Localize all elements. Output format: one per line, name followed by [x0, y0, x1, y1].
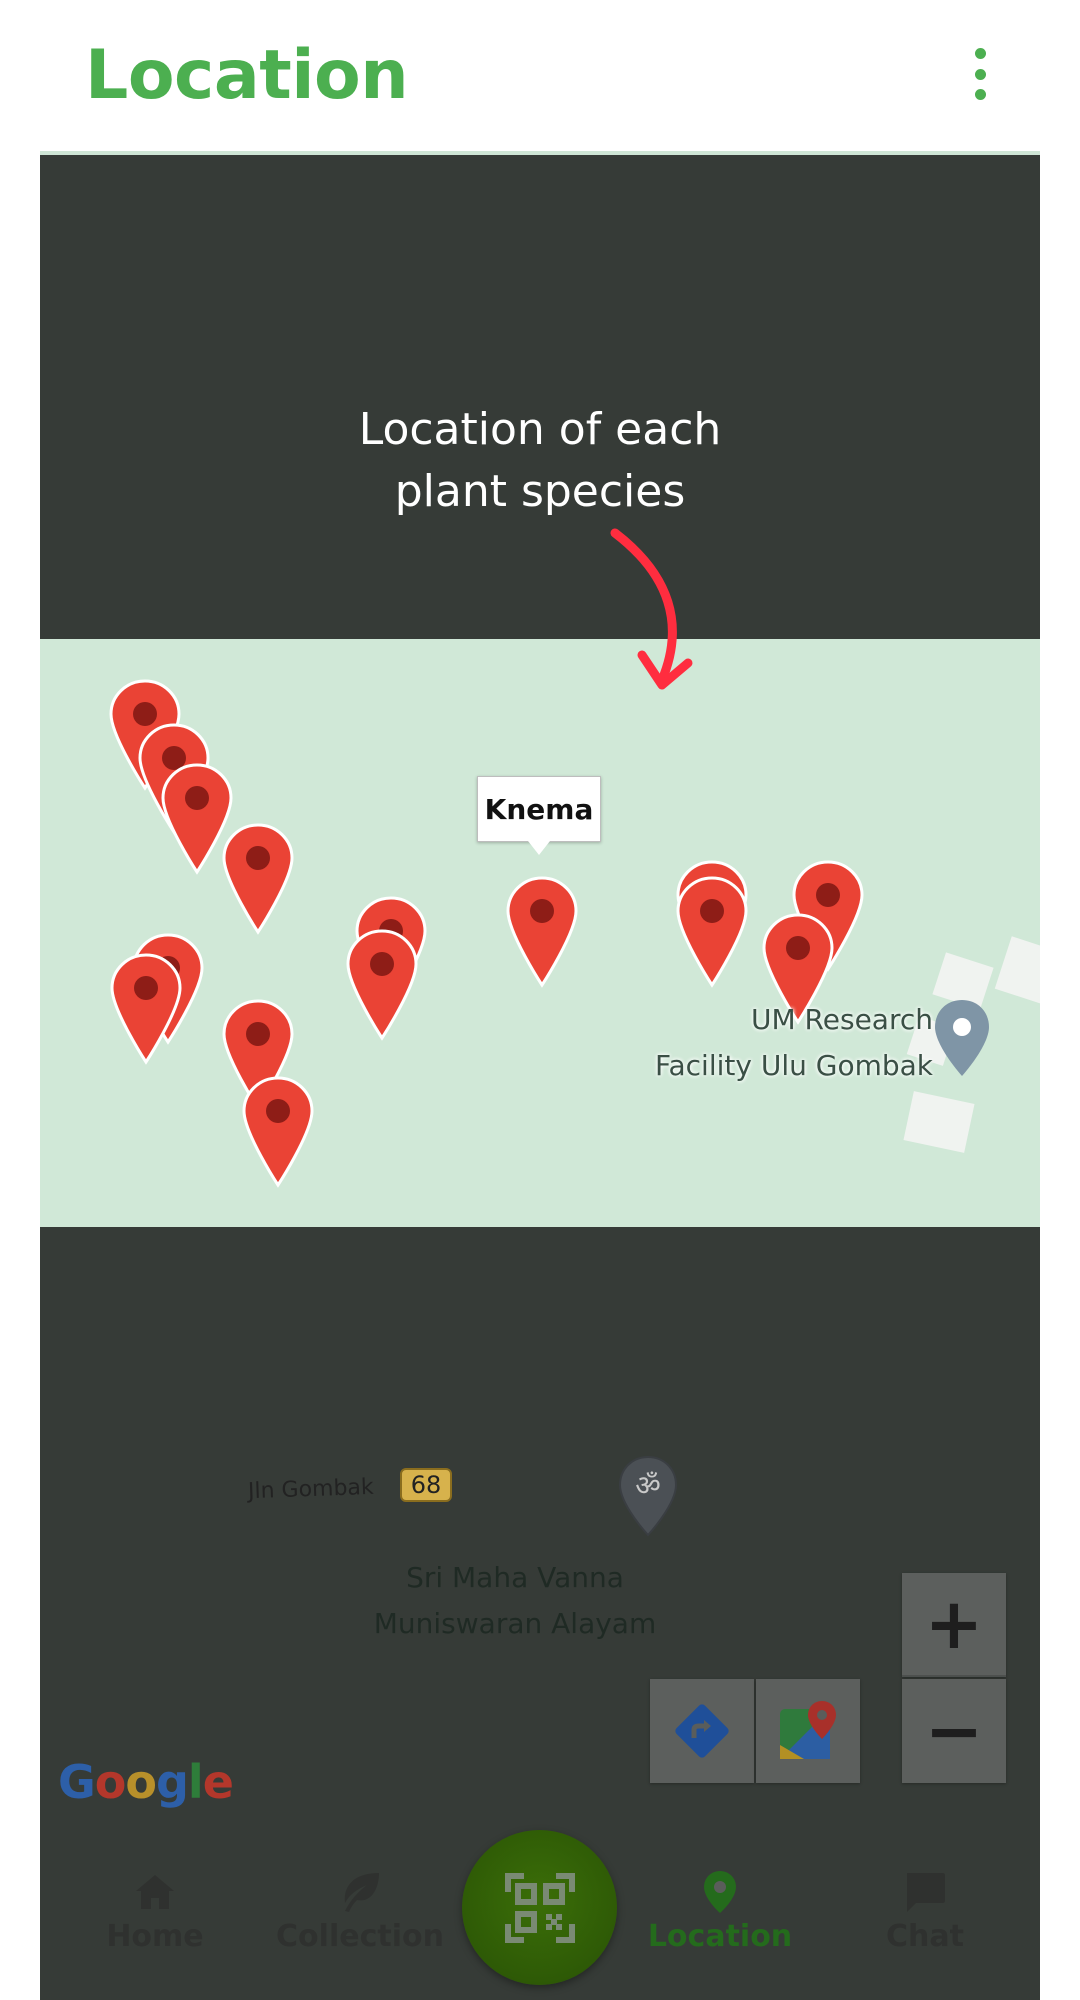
plant-marker[interactable] — [108, 952, 184, 1066]
plant-marker[interactable] — [674, 875, 750, 989]
road-label: Jln Gombak — [247, 1474, 375, 1505]
chat-icon — [907, 1873, 945, 1912]
map-pin-icon — [222, 823, 294, 935]
logo-letter: l — [187, 1755, 204, 1809]
google-maps-icon — [780, 1701, 836, 1759]
map-pin-icon — [676, 876, 748, 988]
nav-label: Chat — [886, 1919, 964, 1954]
plant-marker[interactable] — [220, 822, 296, 936]
annotation-text: Location of each plant species — [260, 399, 820, 523]
poi-label-line-1: UM Research — [751, 1003, 933, 1036]
building — [994, 936, 1040, 1005]
nav-label: Location — [647, 1919, 793, 1954]
plant-marker[interactable] — [504, 875, 580, 989]
nav-item-chat[interactable]: Chat — [830, 1827, 1020, 2000]
qr-scan-button[interactable] — [462, 1830, 617, 1985]
zoom-out-label: − — [924, 1690, 984, 1772]
temple-label-line-2: Muniswaran Alayam — [373, 1607, 657, 1640]
home-icon — [136, 1875, 174, 1909]
leaf-icon — [344, 1873, 379, 1912]
temple-marker-icon[interactable]: ॐ — [618, 1455, 678, 1537]
map-view[interactable]: Location of each plant species Knema UM … — [40, 155, 1040, 2000]
plant-marker[interactable] — [344, 928, 420, 1042]
google-maps-button[interactable] — [756, 1679, 860, 1783]
logo-letter: G — [58, 1755, 96, 1809]
annotation-overlay — [40, 155, 1040, 639]
google-logo: Google — [58, 1755, 234, 1809]
nav-label: Home — [106, 1919, 204, 1954]
nav-label: Collection — [276, 1919, 444, 1954]
annotation-line-1: Location of each — [358, 404, 722, 455]
zoom-out-button[interactable]: − — [902, 1679, 1006, 1783]
nav-item-collection[interactable]: Collection — [265, 1827, 455, 2000]
zoom-in-button[interactable]: + — [902, 1573, 1006, 1677]
logo-letter: g — [155, 1755, 189, 1809]
logo-letter: e — [202, 1755, 234, 1809]
map-pin-icon — [346, 929, 418, 1041]
arrow-icon — [610, 528, 693, 690]
app-bar: Location — [40, 0, 1040, 155]
directions-icon — [675, 1704, 729, 1758]
temple-label: Sri Maha Vanna Muniswaran Alayam — [320, 1555, 710, 1647]
logo-letter: o — [125, 1755, 157, 1809]
map-pin-icon — [506, 876, 578, 988]
nav-item-home[interactable]: Home — [60, 1827, 250, 2000]
logo-letter: o — [94, 1755, 127, 1809]
page-title: Location — [85, 36, 409, 115]
qr-scan-icon — [504, 1872, 575, 1943]
route-shield: 68 — [400, 1468, 452, 1502]
annotation-line-2: plant species — [394, 466, 686, 517]
svg-text:ॐ: ॐ — [635, 1469, 661, 1502]
map-pin-icon — [242, 1076, 314, 1188]
poi-label-line-2: Facility Ulu Gombak — [654, 1049, 933, 1082]
zoom-in-label: + — [924, 1583, 984, 1665]
marker-info-window[interactable]: Knema — [477, 776, 601, 855]
temple-label-line-1: Sri Maha Vanna — [406, 1561, 624, 1594]
plant-marker[interactable] — [240, 1075, 316, 1189]
more-vert-icon[interactable] — [965, 48, 995, 100]
nav-item-location[interactable]: Location — [625, 1827, 815, 2000]
building — [903, 1091, 975, 1153]
poi-marker-icon[interactable] — [933, 998, 991, 1078]
map-pin-icon — [110, 953, 182, 1065]
directions-button[interactable] — [650, 1679, 754, 1783]
poi-label: UM Research Facility Ulu Gombak — [643, 997, 933, 1089]
location-pin-icon — [704, 1871, 736, 1913]
